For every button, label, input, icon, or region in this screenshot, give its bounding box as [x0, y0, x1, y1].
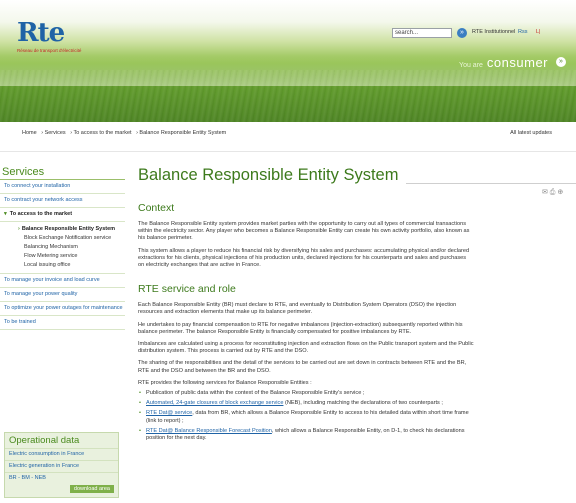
role-paragraph-1: Each Balance Responsible Entity (BR) mus… — [138, 302, 576, 316]
operational-data-title: Operational data — [9, 435, 80, 446]
sidebar-item-contract[interactable]: To contract your network access — [0, 194, 125, 208]
page-tools[interactable]: ✉ ⎙ ⊕ — [542, 188, 563, 197]
bullet-text: , which allows a Balance Responsible Ent… — [271, 427, 465, 434]
sidebar: Services To connect your installation To… — [0, 166, 125, 503]
profile-selector[interactable]: You are consumer — [459, 55, 548, 70]
rte-logo-tagline: Réseau de transport d'électricité — [17, 48, 82, 53]
sidebar-item-connect[interactable]: To connect your installation — [0, 180, 125, 194]
text-line: This system allows a player to reduce hi… — [138, 247, 470, 254]
sidebar-item-invoice[interactable]: To manage your invoice and load curve — [0, 274, 125, 288]
latest-updates-link[interactable]: All latest updates — [510, 130, 552, 136]
sidebar-sub-flow-metering[interactable]: Flow Metering service — [0, 252, 125, 261]
sidebar-item-power-quality[interactable]: To manage your power quality — [0, 288, 125, 302]
text-line: He undertakes to pay financial compensat… — [138, 321, 463, 328]
sidebar-item-outages[interactable]: To optimize your power outages for maint… — [0, 302, 125, 316]
role-heading: RTE service and role — [138, 283, 236, 296]
bullet-neb: Automated, 24-gate closures of block exc… — [138, 400, 576, 407]
profile-prefix: You are — [459, 62, 483, 69]
rte-institutional-link[interactable]: RTE Institutionnel — [472, 29, 515, 35]
sidebar-sub-bre[interactable]: › Balance Responsible Entity System — [0, 225, 125, 234]
chevron-down-icon: ▾ — [4, 211, 7, 217]
text-line: Imbalances are calculated using a proces… — [138, 341, 474, 348]
title-rule — [406, 183, 576, 184]
text-line: balance perimeter. The balance Responsib… — [138, 328, 412, 335]
bullet-text: (NEB), including matching the declaratio… — [283, 400, 443, 407]
main-content: Balance Responsible Entity System ✉ ⎙ ⊕ … — [138, 166, 576, 503]
text-line: Each Balance Responsible Entity (BR) mus… — [138, 302, 457, 309]
site-header: Rte Réseau de transport d'électricité se… — [0, 0, 576, 122]
role-paragraph-4: The sharing of the responsibilities and … — [138, 360, 576, 374]
download-area-button[interactable]: download area — [69, 485, 114, 493]
sidebar-sub-bre-label: Balance Responsible Entity System — [21, 226, 116, 232]
breadcrumb: Home › Services › To access to the marke… — [22, 130, 229, 136]
sidebar-sub-balancing[interactable]: Balancing Mechanism — [0, 243, 125, 252]
text-line: extractions for his clients, physical in… — [138, 254, 467, 261]
rte-data-service-link[interactable]: RTE Dat@ service — [146, 410, 192, 416]
sidebar-item-trained[interactable]: To be trained — [0, 316, 125, 330]
text-line: RTE and the DSO and between the BR and t… — [138, 367, 271, 374]
forecast-position-link[interactable]: RTE Dat@ Balance Responsible Forecast Po… — [146, 428, 272, 434]
text-line: distribution system. This process is car… — [138, 348, 309, 355]
page: Rte Réseau de transport d'électricité se… — [0, 0, 576, 503]
text-line: The sharing of the responsibilities and … — [138, 360, 467, 367]
breadcrumb-services[interactable]: › Services — [41, 130, 65, 136]
bullet-text: , data from BR, which allows a Balance R… — [192, 410, 469, 417]
rte-logo[interactable]: Rte Réseau de transport d'électricité — [17, 20, 87, 60]
role-paragraph-5: RTE provides the following services for … — [138, 379, 312, 386]
operational-generation-link[interactable]: Electric generation in France — [5, 460, 118, 472]
bullet-text-continued: position for the next day. — [146, 435, 207, 442]
operational-br-bm-neb-link[interactable]: BR - BM - NEB — [5, 472, 118, 484]
profile-go-button[interactable]: » — [556, 57, 566, 67]
role-paragraph-3: Imbalances are calculated using a proces… — [138, 341, 576, 355]
page-title: Balance Responsible Entity System — [138, 166, 399, 184]
sidebar-item-market-label: To access to the market — [9, 211, 73, 217]
profile-role: consumer — [486, 55, 548, 70]
sidebar-title: Services — [0, 166, 125, 180]
sidebar-sub-block-exchange[interactable]: Block Exchange Notification service — [0, 234, 125, 243]
context-heading: Context — [138, 202, 175, 214]
language-link[interactable]: L| — [536, 29, 541, 35]
neb-service-link[interactable]: Automated, 24-gate closures of block exc… — [146, 400, 283, 406]
breadcrumb-market[interactable]: › To access to the market — [70, 130, 131, 136]
chevron-right-icon: › — [18, 226, 20, 232]
breadcrumb-current: › Balance Responsible Entity System — [136, 130, 227, 136]
context-paragraph-2: This system allows a player to reduce hi… — [138, 248, 576, 270]
sidebar-sub-local-office[interactable]: Local issuing office — [0, 261, 125, 270]
sidebar-item-market[interactable]: ▾ To access to the market — [0, 208, 125, 222]
operational-data-box: Operational data Electric consumption in… — [4, 432, 119, 498]
text-line: his balance perimeter. — [138, 235, 193, 242]
rss-link[interactable]: Rss — [518, 29, 527, 35]
sidebar-submenu: › Balance Responsible Entity System Block… — [0, 222, 125, 274]
text-line: within the electricity sector. Any playe… — [138, 228, 470, 235]
operational-consumption-link[interactable]: Electric consumption in France — [5, 448, 118, 460]
text-line: on electricity exchanges that are active… — [138, 262, 261, 269]
breadcrumb-home[interactable]: Home — [22, 130, 37, 136]
role-paragraph-2: He undertakes to pay financial compensat… — [138, 322, 576, 336]
context-paragraph-1: The Balance Responsible Entity system pr… — [138, 221, 576, 243]
header-grass-texture — [0, 70, 576, 122]
text-line: The Balance Responsible Entity system pr… — [138, 221, 467, 227]
rte-logo-mark: Rte — [17, 18, 65, 48]
bullet-forecast: RTE Dat@ Balance Responsible Forecast Po… — [138, 428, 576, 442]
bullet-rte-data: RTE Dat@ service, data from BR, which al… — [138, 410, 576, 424]
bullet-text: Publication of public data within the co… — [146, 390, 365, 397]
bullet-text-continued: (link to report) ; — [146, 417, 184, 424]
text-line: resources and extraction elements that m… — [138, 309, 313, 316]
breadcrumb-bar: Home › Services › To access to the marke… — [0, 122, 576, 152]
search-go-button[interactable]: » — [457, 28, 467, 38]
search-input[interactable]: search... — [392, 28, 452, 38]
bullet-public-data: Publication of public data within the co… — [138, 390, 576, 397]
